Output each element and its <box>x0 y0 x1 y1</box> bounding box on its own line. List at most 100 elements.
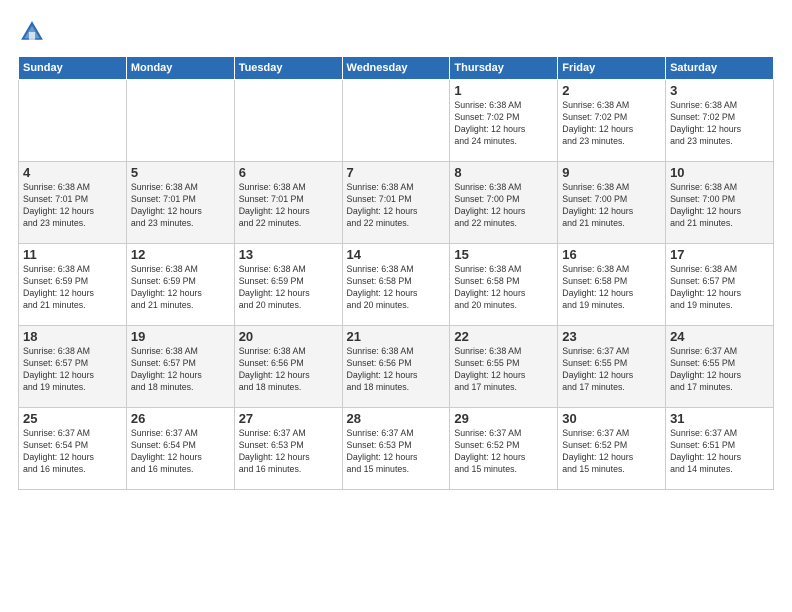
day-info: Sunrise: 6:38 AM Sunset: 6:58 PM Dayligh… <box>562 264 661 312</box>
calendar-cell: 12 Sunrise: 6:38 AM Sunset: 6:59 PM Dayli… <box>126 244 234 326</box>
day-number: 20 <box>239 329 338 344</box>
logo <box>18 18 50 46</box>
day-info: Sunrise: 6:38 AM Sunset: 7:01 PM Dayligh… <box>23 182 122 230</box>
day-number: 4 <box>23 165 122 180</box>
calendar-week-row: 1Sunrise: 6:38 AM Sunset: 7:02 PM Daylig… <box>19 80 774 162</box>
day-number: 24 <box>670 329 769 344</box>
day-info: Sunrise: 6:38 AM Sunset: 7:00 PM Dayligh… <box>562 182 661 230</box>
day-info: Sunrise: 6:38 AM Sunset: 7:00 PM Dayligh… <box>670 182 769 230</box>
day-number: 23 <box>562 329 661 344</box>
day-number: 3 <box>670 83 769 98</box>
day-number: 31 <box>670 411 769 426</box>
day-number: 7 <box>347 165 446 180</box>
day-info: Sunrise: 6:38 AM Sunset: 7:01 PM Dayligh… <box>131 182 230 230</box>
day-number: 14 <box>347 247 446 262</box>
day-number: 28 <box>347 411 446 426</box>
weekday-header-row: SundayMondayTuesdayWednesdayThursdayFrid… <box>19 57 774 80</box>
weekday-header: Thursday <box>450 57 558 80</box>
calendar-cell: 25 Sunrise: 6:37 AM Sunset: 6:54 PM Dayli… <box>19 408 127 490</box>
calendar-cell: 26 Sunrise: 6:37 AM Sunset: 6:54 PM Dayli… <box>126 408 234 490</box>
day-number: 29 <box>454 411 553 426</box>
calendar-cell: 22 Sunrise: 6:38 AM Sunset: 6:55 PM Dayli… <box>450 326 558 408</box>
calendar-cell: 7 Sunrise: 6:38 AM Sunset: 7:01 PM Daylig… <box>342 162 450 244</box>
calendar-cell: 3 Sunrise: 6:38 AM Sunset: 7:02 PM Daylig… <box>666 80 774 162</box>
day-info: Sunrise: 6:38 AM Sunset: 6:59 PM Dayligh… <box>23 264 122 312</box>
weekday-header: Friday <box>558 57 666 80</box>
calendar-cell: 21 Sunrise: 6:38 AM Sunset: 6:56 PM Dayli… <box>342 326 450 408</box>
day-number: 2 <box>562 83 661 98</box>
calendar-cell: 18 Sunrise: 6:38 AM Sunset: 6:57 PM Dayli… <box>19 326 127 408</box>
day-number: 21 <box>347 329 446 344</box>
day-info: Sunrise: 6:38 AM Sunset: 6:56 PM Dayligh… <box>347 346 446 394</box>
day-info: Sunrise: 6:38 AM Sunset: 6:55 PM Dayligh… <box>454 346 553 394</box>
calendar-cell: 13 Sunrise: 6:38 AM Sunset: 6:59 PM Dayli… <box>234 244 342 326</box>
day-number: 10 <box>670 165 769 180</box>
day-number: 6 <box>239 165 338 180</box>
day-info: Sunrise: 6:37 AM Sunset: 6:51 PM Dayligh… <box>670 428 769 476</box>
day-number: 27 <box>239 411 338 426</box>
day-number: 13 <box>239 247 338 262</box>
day-number: 11 <box>23 247 122 262</box>
day-info: Sunrise: 6:38 AM Sunset: 7:02 PM Dayligh… <box>454 100 553 148</box>
calendar-cell: 15Sunrise: 6:38 AM Sunset: 6:58 PM Dayli… <box>450 244 558 326</box>
day-info: Sunrise: 6:38 AM Sunset: 6:59 PM Dayligh… <box>239 264 338 312</box>
calendar-cell: 11 Sunrise: 6:38 AM Sunset: 6:59 PM Dayli… <box>19 244 127 326</box>
day-info: Sunrise: 6:38 AM Sunset: 7:01 PM Dayligh… <box>239 182 338 230</box>
calendar-table: SundayMondayTuesdayWednesdayThursdayFrid… <box>18 56 774 490</box>
day-info: Sunrise: 6:38 AM Sunset: 7:01 PM Dayligh… <box>347 182 446 230</box>
weekday-header: Saturday <box>666 57 774 80</box>
day-info: Sunrise: 6:38 AM Sunset: 6:57 PM Dayligh… <box>670 264 769 312</box>
calendar-cell: 8Sunrise: 6:38 AM Sunset: 7:00 PM Daylig… <box>450 162 558 244</box>
day-number: 8 <box>454 165 553 180</box>
calendar-week-row: 4 Sunrise: 6:38 AM Sunset: 7:01 PM Daylig… <box>19 162 774 244</box>
calendar-cell: 14 Sunrise: 6:38 AM Sunset: 6:58 PM Dayli… <box>342 244 450 326</box>
day-info: Sunrise: 6:38 AM Sunset: 6:57 PM Dayligh… <box>23 346 122 394</box>
day-number: 22 <box>454 329 553 344</box>
day-info: Sunrise: 6:37 AM Sunset: 6:54 PM Dayligh… <box>23 428 122 476</box>
day-info: Sunrise: 6:37 AM Sunset: 6:54 PM Dayligh… <box>131 428 230 476</box>
day-info: Sunrise: 6:37 AM Sunset: 6:55 PM Dayligh… <box>562 346 661 394</box>
logo-icon <box>18 18 46 46</box>
day-number: 18 <box>23 329 122 344</box>
weekday-header: Tuesday <box>234 57 342 80</box>
calendar-week-row: 25 Sunrise: 6:37 AM Sunset: 6:54 PM Dayli… <box>19 408 774 490</box>
day-number: 9 <box>562 165 661 180</box>
calendar-cell: 10 Sunrise: 6:38 AM Sunset: 7:00 PM Dayli… <box>666 162 774 244</box>
calendar-cell: 30 Sunrise: 6:37 AM Sunset: 6:52 PM Dayli… <box>558 408 666 490</box>
day-info: Sunrise: 6:37 AM Sunset: 6:52 PM Dayligh… <box>454 428 553 476</box>
day-info: Sunrise: 6:38 AM Sunset: 6:59 PM Dayligh… <box>131 264 230 312</box>
weekday-header: Monday <box>126 57 234 80</box>
calendar-cell <box>234 80 342 162</box>
weekday-header: Sunday <box>19 57 127 80</box>
calendar-cell: 9 Sunrise: 6:38 AM Sunset: 7:00 PM Daylig… <box>558 162 666 244</box>
calendar-cell: 31 Sunrise: 6:37 AM Sunset: 6:51 PM Dayli… <box>666 408 774 490</box>
calendar-cell <box>342 80 450 162</box>
calendar-cell: 1Sunrise: 6:38 AM Sunset: 7:02 PM Daylig… <box>450 80 558 162</box>
calendar-cell: 20 Sunrise: 6:38 AM Sunset: 6:56 PM Dayli… <box>234 326 342 408</box>
calendar-cell: 5 Sunrise: 6:38 AM Sunset: 7:01 PM Daylig… <box>126 162 234 244</box>
day-number: 19 <box>131 329 230 344</box>
day-info: Sunrise: 6:37 AM Sunset: 6:55 PM Dayligh… <box>670 346 769 394</box>
calendar-cell: 28Sunrise: 6:37 AM Sunset: 6:53 PM Dayli… <box>342 408 450 490</box>
calendar-cell <box>126 80 234 162</box>
calendar-cell: 16 Sunrise: 6:38 AM Sunset: 6:58 PM Dayli… <box>558 244 666 326</box>
day-info: Sunrise: 6:38 AM Sunset: 7:02 PM Dayligh… <box>670 100 769 148</box>
calendar-cell: 27Sunrise: 6:37 AM Sunset: 6:53 PM Dayli… <box>234 408 342 490</box>
day-number: 30 <box>562 411 661 426</box>
calendar-cell <box>19 80 127 162</box>
calendar-week-row: 11 Sunrise: 6:38 AM Sunset: 6:59 PM Dayli… <box>19 244 774 326</box>
day-number: 26 <box>131 411 230 426</box>
day-info: Sunrise: 6:38 AM Sunset: 7:02 PM Dayligh… <box>562 100 661 148</box>
calendar-cell: 2 Sunrise: 6:38 AM Sunset: 7:02 PM Daylig… <box>558 80 666 162</box>
day-number: 25 <box>23 411 122 426</box>
day-info: Sunrise: 6:38 AM Sunset: 6:58 PM Dayligh… <box>454 264 553 312</box>
day-number: 5 <box>131 165 230 180</box>
calendar-cell: 4 Sunrise: 6:38 AM Sunset: 7:01 PM Daylig… <box>19 162 127 244</box>
day-number: 16 <box>562 247 661 262</box>
day-info: Sunrise: 6:37 AM Sunset: 6:52 PM Dayligh… <box>562 428 661 476</box>
day-info: Sunrise: 6:38 AM Sunset: 6:58 PM Dayligh… <box>347 264 446 312</box>
calendar-cell: 24 Sunrise: 6:37 AM Sunset: 6:55 PM Dayli… <box>666 326 774 408</box>
day-info: Sunrise: 6:38 AM Sunset: 6:56 PM Dayligh… <box>239 346 338 394</box>
calendar-cell: 17Sunrise: 6:38 AM Sunset: 6:57 PM Dayli… <box>666 244 774 326</box>
day-number: 12 <box>131 247 230 262</box>
